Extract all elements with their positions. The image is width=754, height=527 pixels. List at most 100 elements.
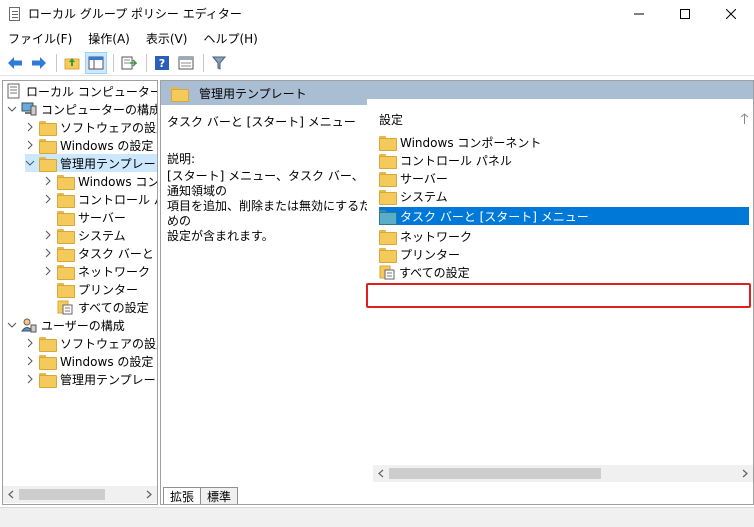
tree-horizontal-scrollbar[interactable]: [3, 486, 157, 503]
details-header-title: 管理用テンプレート: [199, 86, 307, 101]
tree-item-windows-settings[interactable]: Windows の設定: [25, 136, 153, 154]
close-button[interactable]: [708, 0, 754, 27]
toolbar: ?: [0, 50, 754, 76]
tree-item-windows-components[interactable]: Windows コン: [43, 172, 157, 190]
list-horizontal-scrollbar[interactable]: [373, 465, 753, 482]
description-panel: タスク バーと [スタート] メニュー 説明: [スタート] メニュー、タスク …: [167, 113, 373, 244]
tree-item-all-settings[interactable]: すべての設定: [57, 298, 149, 316]
help-button[interactable]: ?: [151, 52, 173, 74]
menu-help[interactable]: ヘルプ(H): [195, 30, 265, 47]
policy-doc-icon: [7, 83, 20, 99]
chevron-right-icon[interactable]: [43, 194, 53, 204]
back-button[interactable]: [4, 52, 26, 74]
list-item-server[interactable]: サーバー: [379, 169, 448, 187]
folder-icon: [57, 192, 75, 208]
folder-icon: [379, 189, 397, 205]
scrollbar-thumb[interactable]: [389, 468, 601, 479]
list-item-label: コントロール パネル: [400, 153, 512, 168]
forward-arrow-icon: [32, 56, 46, 69]
tree-item-user-configuration[interactable]: ユーザーの構成: [7, 316, 125, 334]
description-line: [スタート] メニュー、タスク バー、通知領域の: [167, 169, 364, 198]
forward-button[interactable]: [28, 52, 50, 74]
column-header-setting[interactable]: 設定: [379, 111, 403, 128]
chevron-right-icon[interactable]: [25, 122, 35, 132]
description-label: 説明:: [167, 152, 196, 166]
all-settings-icon: [57, 300, 73, 315]
highlight-annotation-box: [366, 283, 751, 308]
chevron-right-icon[interactable]: [25, 356, 35, 366]
folder-icon: [57, 282, 75, 298]
chevron-down-icon[interactable]: [25, 158, 35, 168]
properties-button[interactable]: [175, 52, 197, 74]
scroll-right-icon[interactable]: [144, 490, 153, 499]
tree-item-label: タスク バーと [ス: [78, 246, 157, 261]
tree-item-user-software-settings[interactable]: ソフトウェアの設定: [25, 334, 157, 352]
details-pane: 管理用テンプレート タスク バーと [スタート] メニュー 説明: [スタート]…: [160, 80, 754, 505]
menu-file[interactable]: ファイル(F): [0, 30, 80, 47]
tree-item-system[interactable]: システム: [43, 226, 126, 244]
chevron-right-icon[interactable]: [25, 338, 35, 348]
chevron-right-icon[interactable]: [25, 374, 35, 384]
list-item-taskbar-start-menu[interactable]: タスク バーと [スタート] メニュー: [379, 207, 749, 225]
menu-bar: ファイル(F) 操作(A) 表示(V) ヘルプ(H): [0, 28, 266, 48]
folder-icon: [379, 153, 397, 169]
list-item-all-settings[interactable]: すべての設定: [379, 263, 470, 281]
tab-standard[interactable]: 標準: [200, 487, 239, 504]
tree-item-software-settings[interactable]: ソフトウェアの設定: [25, 118, 157, 136]
list-item-label: システム: [400, 189, 448, 204]
scroll-left-icon[interactable]: [377, 469, 386, 478]
list-item-printers[interactable]: プリンター: [379, 245, 460, 263]
chevron-right-icon[interactable]: [43, 230, 53, 240]
tree-item-network[interactable]: ネットワーク: [43, 262, 150, 280]
tree-item-printers[interactable]: プリンター: [57, 280, 138, 298]
export-list-button[interactable]: [118, 52, 140, 74]
list-item-label: プリンター: [400, 247, 461, 262]
tree-item-taskbar-start-menu[interactable]: タスク バーと [ス: [43, 244, 157, 262]
filter-button[interactable]: [208, 52, 230, 74]
toolbar-separator: [113, 53, 114, 72]
chevron-down-icon[interactable]: [7, 104, 17, 114]
scrollbar-thumb[interactable]: [19, 489, 105, 500]
tree-item-label: ローカル コンピューター ポリシ: [26, 84, 158, 99]
folder-icon: [57, 174, 75, 190]
chevron-right-icon[interactable]: [43, 176, 53, 186]
scroll-left-icon[interactable]: [7, 490, 16, 499]
tab-extended[interactable]: 拡張: [163, 487, 202, 504]
folder-icon: [379, 171, 397, 187]
tree-item-user-administrative-templates[interactable]: 管理用テンプレート: [25, 370, 157, 388]
console-tree[interactable]: ローカル コンピューター ポリシ コンピューターの構成 ソフトウェアの設定 Wi…: [2, 80, 158, 505]
folder-icon: [57, 210, 75, 226]
folder-icon: [379, 135, 397, 151]
scroll-right-icon[interactable]: [740, 469, 749, 478]
sort-up-icon[interactable]: [740, 113, 749, 125]
list-item-system[interactable]: システム: [379, 187, 448, 205]
chevron-right-icon[interactable]: [25, 140, 35, 150]
chevron-right-icon[interactable]: [43, 248, 53, 258]
filter-icon: [212, 56, 226, 70]
chevron-down-icon[interactable]: [7, 320, 17, 330]
tree-item-server[interactable]: サーバー: [57, 208, 126, 226]
minimize-button[interactable]: [616, 0, 662, 27]
menu-view[interactable]: 表示(V): [138, 30, 196, 47]
menu-action[interactable]: 操作(A): [80, 30, 138, 47]
tree-item-label: プリンター: [78, 282, 139, 297]
tree-item-label: すべての設定: [78, 300, 149, 315]
folder-icon: [379, 229, 397, 245]
list-item-windows-components[interactable]: Windows コンポーネント: [379, 133, 541, 151]
chevron-right-icon[interactable]: [43, 266, 53, 276]
folder-icon: [39, 120, 57, 136]
tree-item-computer-configuration[interactable]: コンピューターの構成: [7, 100, 157, 118]
up-one-level-button[interactable]: [61, 52, 83, 74]
window-controls: [616, 0, 754, 27]
folder-icon: [57, 228, 75, 244]
list-item-network[interactable]: ネットワーク: [379, 227, 472, 245]
tree-item-user-windows-settings[interactable]: Windows の設定: [25, 352, 153, 370]
maximize-button[interactable]: [662, 0, 708, 27]
all-settings-icon: [379, 265, 395, 280]
list-item-label: タスク バーと [スタート] メニュー: [400, 209, 589, 224]
tree-item-administrative-templates[interactable]: 管理用テンプレート: [25, 154, 157, 172]
tree-item-local-computer-policy[interactable]: ローカル コンピューター ポリシ: [7, 82, 158, 100]
list-item-control-panel[interactable]: コントロール パネル: [379, 151, 512, 169]
tree-item-control-panel[interactable]: コントロール パネ: [43, 190, 157, 208]
show-hide-console-tree-button[interactable]: [85, 51, 107, 74]
